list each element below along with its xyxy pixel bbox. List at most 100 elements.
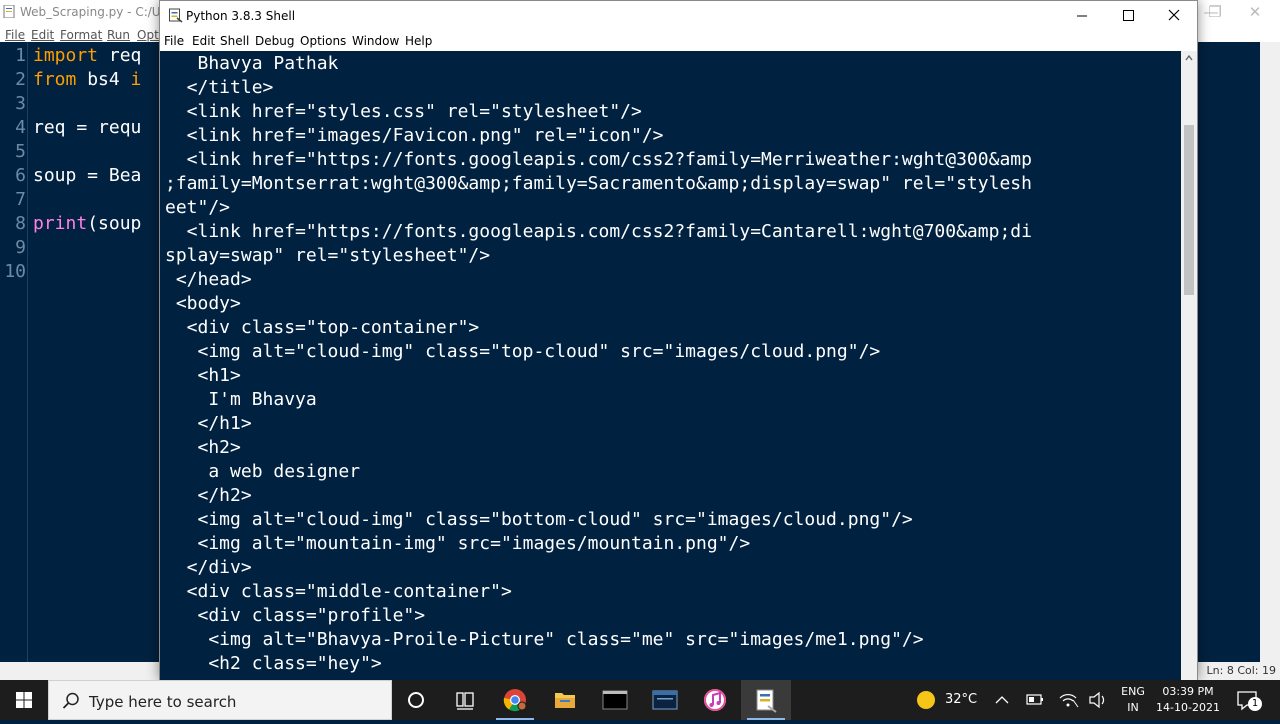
menu-file[interactable]: File [164,34,184,48]
input-language-indicator[interactable]: ENG IN [1116,684,1150,716]
output-line: </div> [165,557,252,578]
close-button[interactable] [1151,1,1197,31]
scrollbar-thumb[interactable] [1184,125,1194,295]
background-editor-code-area-right [1198,42,1260,662]
clock-date: 14-10-2021 [1156,701,1220,714]
maximize-icon [1123,10,1134,21]
task-view-button[interactable] [440,680,490,720]
bg-close-button[interactable]: ✕ [1232,2,1278,22]
line-number-gutter: 1 2 3 4 5 6 7 8 9 10 [0,42,28,662]
output-line: <div class="top-container"> [165,317,480,338]
output-line: <body> [165,293,241,314]
line-number: 7 [15,189,26,210]
sun-weather-icon [917,691,935,709]
chrome-taskbar-button[interactable] [490,680,540,720]
line-number: 4 [15,117,26,138]
search-placeholder: Type here to search [89,693,237,711]
output-line: <h1> [165,365,241,386]
battery-indicator[interactable] [1022,680,1048,720]
itunes-taskbar-button[interactable] [690,680,740,720]
shell-window-title: Python 3.8.3 Shell [186,9,296,23]
battery-icon [1026,694,1043,705]
idle-python-icon [756,689,777,713]
menu-options[interactable]: Options [300,34,346,48]
output-line: <link href="styles.css" rel="stylesheet"… [165,101,642,122]
cortana-button[interactable] [392,680,442,720]
language-code: ENG [1121,685,1145,698]
music-note-icon [704,689,726,711]
output-line: ;family=Montserrat:wght@300&amp;family=S… [165,173,1032,194]
output-line: </h1> [165,413,252,434]
start-button[interactable] [0,680,48,720]
output-line: </title> [165,77,274,98]
weather-widget[interactable] [912,680,942,720]
shell-titlebar[interactable]: Python 3.8.3 Shell [160,1,1197,31]
search-icon [62,692,79,709]
idle-taskbar-button[interactable] [741,680,791,720]
output-line: <img alt="cloud-img" class="bottom-cloud… [165,509,913,530]
cursor-position-status: Ln: 8 Col: 19 [1206,664,1276,677]
output-line: <div class="profile"> [165,605,426,626]
terminal-icon [602,690,628,710]
shell-output-area[interactable]: Bhavya Pathak </title> <link href="style… [160,51,1181,680]
code-line-4: req = requ [33,117,142,138]
network-indicator[interactable] [1055,680,1081,720]
output-line: </h2> [165,485,252,506]
chevron-up-icon [995,696,1009,704]
file-explorer-taskbar-button[interactable] [540,680,590,720]
line-number: 8 [15,213,26,234]
output-line: <img alt="cloud-img" class="top-cloud" s… [165,341,881,362]
show-hidden-icons-button[interactable] [990,680,1014,720]
output-line: <link href="https://fonts.googleapis.com… [165,221,1032,242]
task-view-icon [456,692,474,710]
temperature-text[interactable]: 32°C [945,692,977,707]
media-taskbar-button[interactable] [640,680,690,720]
menu-window[interactable]: Window [352,34,399,48]
line-number: 9 [15,237,26,258]
output-line: Bhavya Pathak [165,53,339,74]
terminal-taskbar-button[interactable] [590,680,640,720]
line-number: 2 [15,69,26,90]
menu-help[interactable]: Help [405,34,432,48]
python-shell-window[interactable]: Python 3.8.3 Shell File Edit Shell Debug… [159,0,1198,680]
shell-vertical-scrollbar[interactable] [1181,51,1197,680]
code-line-6: soup = Bea [33,165,142,186]
output-line: <h2 class="hey"> [165,653,382,674]
output-line: <link href="images/Favicon.png" rel="ico… [165,125,664,146]
minimize-button[interactable] [1059,1,1105,31]
cortana-circle-icon [408,692,424,708]
minimize-icon [1077,15,1087,17]
region-code: IN [1127,701,1139,714]
notification-count-badge: 1 [1248,697,1262,711]
output-line: <div class="middle-container"> [165,581,512,602]
scroll-up-arrow-icon[interactable] [1184,53,1194,63]
notification-center-button[interactable]: 1 [1228,680,1268,720]
windows-logo-icon [16,692,32,708]
output-line: a web designer [165,461,361,482]
menu-debug[interactable]: Debug [255,34,294,48]
python-file-icon [3,5,15,18]
python-shell-icon [169,8,183,23]
line-number: 10 [4,261,26,282]
line-number: 3 [15,93,26,114]
code-line-2: from bs4 i [33,69,142,90]
code-line-1: import req [33,45,142,66]
output-line: <img alt="Bhavya-Proile-Picture" class="… [165,629,924,650]
shell-menubar: File Edit Shell Debug Options Window Hel… [160,31,1197,51]
output-line: splay=swap" rel="stylesheet"/> [165,245,491,266]
speaker-icon [1089,691,1105,709]
background-editor-scrollbar[interactable] [1260,42,1280,662]
output-line: <img alt="mountain-img" src="images/moun… [165,533,751,554]
media-window-icon [652,690,678,710]
taskbar-search-box[interactable]: Type here to search [48,680,392,720]
menu-edit[interactable]: Edit [192,34,215,48]
output-line: eet"/> [165,197,231,218]
clock[interactable]: 03:39 PM 14-10-2021 [1152,684,1224,716]
maximize-button[interactable] [1105,1,1151,31]
menu-shell[interactable]: Shell [220,34,249,48]
clock-time: 03:39 PM [1162,685,1214,698]
output-line: I'm Bhavya [165,389,317,410]
output-line: <link href="https://fonts.googleapis.com… [165,149,1032,170]
line-number: 5 [15,141,26,162]
volume-indicator[interactable] [1085,680,1111,720]
